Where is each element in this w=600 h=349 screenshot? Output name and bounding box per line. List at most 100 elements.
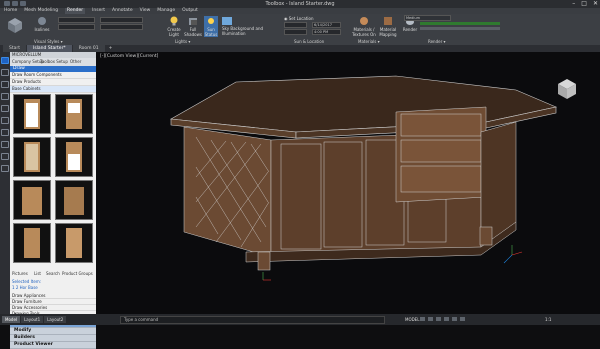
tab-model[interactable]: Model [2,316,21,323]
material-mapping-button[interactable]: Material Mapping [378,16,398,37]
date-field[interactable] [284,22,307,28]
tab-pictures[interactable]: Pictures [12,271,28,277]
microvellum-palette: MICROVELLUM Company Setup Toolbox Setup … [10,52,96,349]
window-controls[interactable]: – □ ✕ [572,0,598,8]
lineweight-icon[interactable] [460,317,465,321]
visual-styles-group-label[interactable]: Visual Styles ▾ [34,39,63,44]
create-light-button[interactable]: Create Light [166,16,182,37]
doc-tab-island-starter[interactable]: Island Starter* [27,45,72,52]
render-time-slider[interactable] [420,27,500,30]
minimize-button[interactable]: – [572,0,575,8]
selected-item-label: Selected Item: [12,279,42,284]
sun-location-group-label[interactable]: Sun & Location [294,39,324,44]
sky-background-button[interactable]: Sky Background and Illumination [222,16,272,36]
list-item-draw-room-components[interactable]: Draw Room Components [10,72,96,79]
material-mapping-label: Material Mapping [379,27,397,37]
polyline-icon[interactable] [1,81,9,88]
edge-setting-field[interactable] [58,17,95,23]
materials-label: Materials / Textures On [352,27,376,37]
sun-status-button[interactable]: Sun Status [204,16,218,37]
tab-list[interactable]: List [34,271,41,277]
render-preview-button[interactable]: Isolines [32,16,52,32]
lights-group-label[interactable]: Lights ▾ [175,39,190,44]
selected-item-value: 1 2 Hor Base [12,285,38,290]
materials-group-label[interactable]: Materials ▾ [358,39,380,44]
thumbnail-cabinet[interactable] [55,180,93,220]
list-item-base-cabinets[interactable]: Base Cabinets [10,86,96,93]
sphere-icon [38,17,46,25]
osnap-icon[interactable] [452,317,457,321]
doc-tab-start[interactable]: Start [3,45,26,52]
list-item-draw-products[interactable]: Draw Products [10,79,96,86]
new-tab-button[interactable]: + [106,45,116,52]
annotation-scale[interactable]: 1:1 [545,316,551,323]
viewport-label[interactable]: [-][Custom View][Current] [100,54,158,59]
viewcube-icon[interactable] [552,74,582,104]
ucs-icon [503,245,523,264]
tab-toolbox-setup[interactable]: Toolbox Setup [40,59,68,64]
pencil-icon[interactable] [1,57,9,64]
text-icon[interactable] [1,141,9,148]
polar-icon[interactable] [444,317,449,321]
visual-style-preview[interactable] [4,16,26,34]
thumbnail-cabinet[interactable] [13,180,51,220]
tab-product-groups[interactable]: Product Groups [62,271,93,277]
tab-layout1[interactable]: Layout1 [21,316,44,323]
maximize-button[interactable]: □ [581,0,587,8]
snap-icon[interactable] [428,317,433,321]
draw-list: Draw Room Components Draw Products Base … [10,72,96,93]
render-group-label[interactable]: Render ▾ [428,39,446,44]
block-icon[interactable] [1,165,9,172]
opacity-field[interactable] [100,24,143,30]
section-product-viewer[interactable]: Product Viewer [10,342,96,349]
materials-browser-button[interactable]: Materials / Textures On [352,16,376,37]
layout-tabs: Model Layout1 Layout2 [2,316,67,323]
arc-icon[interactable] [1,105,9,112]
render-preview-label: Isolines [34,27,50,32]
tab-search[interactable]: Search [46,271,60,277]
time-slider[interactable] [284,29,307,35]
date-value[interactable]: 6/14/2017 [312,22,341,28]
thumbnail-cabinet[interactable] [13,94,51,134]
origin-axis-icon [262,272,271,281]
hatch-icon[interactable] [1,129,9,136]
thumbnail-cabinet[interactable] [13,137,51,177]
material-sphere-icon [360,17,368,25]
drawing-toolbar [0,52,10,314]
shadow-icon [189,18,197,25]
grid-icon[interactable] [420,317,425,321]
render-quality-select[interactable]: Medium [404,15,451,21]
mapping-icon [384,17,392,25]
set-location-label: Set Location [288,16,314,21]
highlight-field[interactable] [100,17,143,23]
set-location-button[interactable]: ◉ Set Location [284,16,314,21]
circle-icon[interactable] [1,93,9,100]
sky-background-label: Sky Background and Illumination [222,26,264,36]
thumbnail-cabinet[interactable] [55,137,93,177]
tab-other[interactable]: Other [70,59,81,64]
doc-tab-room-01[interactable]: Room 01 [72,45,105,52]
model-viewport[interactable] [96,52,600,314]
section-builders[interactable]: Builders [10,335,96,342]
line-icon[interactable] [1,69,9,76]
window-title: Toolbox - Island Starter.dwg [265,1,335,7]
command-line[interactable]: Type a command [120,316,385,324]
thumbnail-cabinet[interactable] [55,94,93,134]
shadow-setting-field[interactable] [58,24,95,30]
ortho-icon[interactable] [436,317,441,321]
tab-layout2[interactable]: Layout2 [44,316,67,323]
thumbnail-cabinet[interactable] [55,223,93,263]
full-shadows-button[interactable]: Full Shadows [184,16,202,37]
cabinet-island-model [170,75,557,271]
dimension-icon[interactable] [1,153,9,160]
section-modify[interactable]: Modify [10,328,96,335]
create-light-label: Create Light [167,27,181,37]
close-button[interactable]: ✕ [593,0,598,8]
time-value[interactable]: 4:00 PM [312,29,341,35]
rectangle-icon[interactable] [1,117,9,124]
palette-top-tabs: Company Setup Toolbox Setup Other [10,58,96,66]
thumbnail-cabinet[interactable] [13,223,51,263]
model-space-label[interactable]: MODEL [405,316,419,323]
view-mode-tabs: Pictures List Search Product Groups [10,271,96,277]
sun-status-label: Sun Status [204,27,218,37]
